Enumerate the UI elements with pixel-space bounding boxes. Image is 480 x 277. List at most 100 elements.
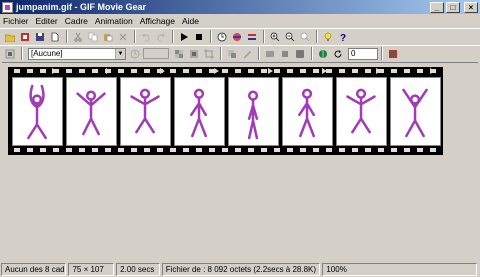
zoom-out-button[interactable] <box>283 30 297 44</box>
rotate-icon <box>282 50 288 57</box>
palette-button[interactable] <box>230 30 244 44</box>
copy-button[interactable] <box>86 30 100 44</box>
redo-button[interactable] <box>154 30 168 44</box>
minimize-button[interactable]: _ <box>430 1 444 13</box>
crop-button[interactable] <box>202 47 216 61</box>
draw-button[interactable] <box>240 47 254 61</box>
stop-button[interactable] <box>192 30 206 44</box>
save-button[interactable] <box>33 30 47 44</box>
position-icon <box>228 49 236 58</box>
menu-fichier[interactable]: Fichier <box>3 16 29 26</box>
transparency-button[interactable] <box>172 47 186 61</box>
resize-button[interactable] <box>263 47 277 61</box>
flip-icon <box>296 49 304 58</box>
tips-button[interactable] <box>321 30 335 44</box>
status-duration: 2.00 secs <box>116 262 160 276</box>
flip-button[interactable] <box>293 47 307 61</box>
paste-button[interactable] <box>101 30 115 44</box>
timing-button[interactable] <box>215 30 229 44</box>
palette-select[interactable]: [Aucune] ▼ <box>28 47 126 60</box>
delay-field[interactable] <box>143 48 169 59</box>
perforation-hole <box>391 69 397 73</box>
perforation-hole <box>248 148 254 152</box>
loop-button[interactable] <box>331 47 345 61</box>
background-color-icon <box>319 49 327 58</box>
loop-count-input[interactable]: 0 <box>348 47 378 60</box>
zoom-in-button[interactable] <box>268 30 282 44</box>
perforation-hole <box>391 148 397 152</box>
zoom-out-icon <box>285 32 295 41</box>
zoom-fit-button[interactable] <box>298 30 312 44</box>
folder-open-icon <box>5 34 15 42</box>
optimize-button[interactable] <box>245 30 259 44</box>
perforation-hole <box>27 69 33 73</box>
perforation-hole <box>417 148 423 152</box>
perforation-hole <box>300 148 306 152</box>
rotate-button[interactable] <box>278 47 292 61</box>
delay-button[interactable] <box>128 47 142 61</box>
import-button[interactable] <box>18 30 32 44</box>
play-button[interactable] <box>177 30 191 44</box>
perforation-hole <box>235 148 241 152</box>
help-button[interactable]: ? <box>336 30 350 44</box>
color-palette-icon <box>233 32 241 41</box>
animation-frame[interactable] <box>120 77 171 146</box>
frame-marker <box>322 68 327 74</box>
frame-props-button[interactable] <box>3 47 17 61</box>
separator <box>172 30 174 43</box>
stick-figure <box>190 88 207 138</box>
perforation-hole <box>105 148 111 152</box>
separator <box>263 30 265 43</box>
animation-frame[interactable] <box>12 77 63 146</box>
animation-frame[interactable] <box>228 77 279 146</box>
background-color-button[interactable] <box>316 47 330 61</box>
status-bar: Aucun des 8 cadres 75 × 107 2.00 secs Fi… <box>0 261 480 277</box>
main-toolbar: ? <box>0 28 480 44</box>
cut-button[interactable] <box>71 30 85 44</box>
chevron-down-icon[interactable]: ▼ <box>115 48 125 59</box>
menu-affichage[interactable]: Affichage <box>140 16 175 26</box>
resize-icon <box>266 50 274 57</box>
disposal-button[interactable] <box>187 47 201 61</box>
position-button[interactable] <box>225 47 239 61</box>
perforation-hole <box>222 69 228 73</box>
open-button[interactable] <box>3 30 17 44</box>
perforation-hole <box>222 148 228 152</box>
frame-marker <box>52 68 57 74</box>
perforation-hole <box>131 69 137 73</box>
new-document-icon <box>51 32 59 41</box>
animation-frame[interactable] <box>66 77 117 146</box>
stick-figure <box>130 88 160 134</box>
perforation-hole <box>183 148 189 152</box>
scissors-icon <box>74 32 82 42</box>
preview-button[interactable] <box>386 47 400 61</box>
undo-button[interactable] <box>139 30 153 44</box>
menu-cadre[interactable]: Cadre <box>65 16 88 26</box>
filmstrip-perforations <box>10 147 442 154</box>
separator <box>21 47 23 60</box>
close-button[interactable]: × <box>464 1 478 13</box>
clock-icon <box>217 32 227 41</box>
help-question-icon: ? <box>340 33 346 42</box>
animation-frame[interactable] <box>282 77 333 146</box>
frame-marker <box>430 68 435 74</box>
delete-button[interactable] <box>116 30 130 44</box>
menu-animation[interactable]: Animation <box>95 16 133 26</box>
perforation-hole <box>92 148 98 152</box>
new-button[interactable] <box>48 30 62 44</box>
status-file-size: Fichier de : 8 092 octets (2.2secs à 28.… <box>161 262 321 276</box>
workspace <box>2 62 478 256</box>
maximize-button[interactable]: □ <box>446 1 460 13</box>
stick-figure <box>247 90 259 140</box>
perforation-hole <box>404 69 410 73</box>
status-frames: Aucun des 8 cadres <box>1 262 67 276</box>
paste-icon <box>104 33 113 41</box>
menu-aide[interactable]: Aide <box>182 16 199 26</box>
animation-frame[interactable] <box>174 77 225 146</box>
separator <box>66 30 68 43</box>
menu-editer[interactable]: Editer <box>36 16 58 26</box>
separator <box>381 47 383 60</box>
perforation-hole <box>326 148 332 152</box>
animation-frame[interactable] <box>336 77 387 146</box>
animation-frame[interactable] <box>390 77 441 146</box>
